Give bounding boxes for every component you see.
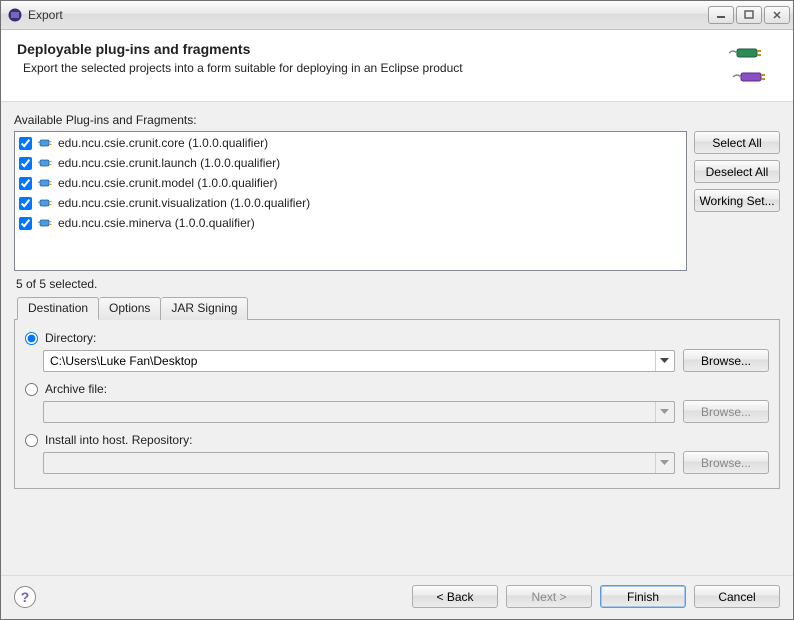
plugin-icon [38, 215, 54, 231]
plugin-name-label: edu.ncu.csie.crunit.core (1.0.0.qualifie… [58, 136, 268, 150]
plugin-name-label: edu.ncu.csie.crunit.visualization (1.0.0… [58, 196, 310, 210]
plugin-checkbox[interactable] [19, 177, 32, 190]
directory-value: C:\Users\Luke Fan\Desktop [50, 354, 655, 368]
plugin-name-label: edu.ncu.csie.crunit.launch (1.0.0.qualif… [58, 156, 280, 170]
export-wizard-window: Export Deployable plug-ins and fragments… [0, 0, 794, 620]
tab-options[interactable]: Options [99, 297, 161, 320]
plugin-name-label: edu.ncu.csie.crunit.model (1.0.0.qualifi… [58, 176, 277, 190]
select-all-button[interactable]: Select All [694, 131, 780, 154]
list-item[interactable]: edu.ncu.csie.crunit.visualization (1.0.0… [16, 193, 685, 213]
plugin-icon [38, 135, 54, 151]
install-combo [43, 452, 675, 474]
list-item[interactable]: edu.ncu.csie.crunit.model (1.0.0.qualifi… [16, 173, 685, 193]
directory-radio[interactable] [25, 332, 38, 345]
install-browse-button: Browse... [683, 451, 769, 474]
list-item[interactable]: edu.ncu.csie.crunit.launch (1.0.0.qualif… [16, 153, 685, 173]
tab-strip: Destination Options JAR Signing [14, 296, 780, 320]
deselect-all-button[interactable]: Deselect All [694, 160, 780, 183]
next-button: Next > [506, 585, 592, 608]
archive-browse-button: Browse... [683, 400, 769, 423]
wizard-header: Deployable plug-ins and fragments Export… [1, 30, 793, 102]
maximize-button[interactable] [736, 6, 762, 24]
install-radio[interactable] [25, 434, 38, 447]
plugins-listbox[interactable]: edu.ncu.csie.crunit.core (1.0.0.qualifie… [14, 131, 687, 271]
directory-combo[interactable]: C:\Users\Luke Fan\Desktop [43, 350, 675, 372]
chevron-down-icon [655, 453, 672, 473]
plugin-icon [38, 155, 54, 171]
finish-button[interactable]: Finish [600, 585, 686, 608]
available-label: Available Plug-ins and Fragments: [14, 113, 780, 127]
close-button[interactable] [764, 6, 790, 24]
selected-count-label: 5 of 5 selected. [16, 277, 778, 291]
back-button[interactable]: < Back [412, 585, 498, 608]
cancel-button[interactable]: Cancel [694, 585, 780, 608]
plugin-banner-icon [717, 41, 777, 89]
archive-label: Archive file: [45, 382, 107, 396]
button-bar: ? < Back Next > Finish Cancel [1, 575, 793, 619]
window-controls [708, 6, 790, 24]
list-item[interactable]: edu.ncu.csie.minerva (1.0.0.qualifier) [16, 213, 685, 233]
plugin-icon [38, 175, 54, 191]
tab-jar-signing[interactable]: JAR Signing [161, 297, 248, 320]
titlebar: Export [1, 1, 793, 30]
install-label: Install into host. Repository: [45, 433, 192, 447]
plugin-checkbox[interactable] [19, 137, 32, 150]
tab-body-destination: Directory: C:\Users\Luke Fan\Desktop Bro… [14, 320, 780, 489]
plugin-checkbox[interactable] [19, 157, 32, 170]
archive-radio[interactable] [25, 383, 38, 396]
wizard-title: Deployable plug-ins and fragments [17, 41, 717, 57]
list-item[interactable]: edu.ncu.csie.crunit.core (1.0.0.qualifie… [16, 133, 685, 153]
help-icon[interactable]: ? [14, 586, 36, 608]
tab-folder: Destination Options JAR Signing Director… [14, 296, 780, 569]
plugin-checkbox[interactable] [19, 217, 32, 230]
plugin-checkbox[interactable] [19, 197, 32, 210]
wizard-content: Available Plug-ins and Fragments: edu.nc… [1, 102, 793, 575]
window-title: Export [28, 8, 708, 22]
archive-combo [43, 401, 675, 423]
working-set-button[interactable]: Working Set... [694, 189, 780, 212]
directory-label: Directory: [45, 331, 96, 345]
directory-browse-button[interactable]: Browse... [683, 349, 769, 372]
eclipse-app-icon [7, 7, 23, 23]
wizard-description: Export the selected projects into a form… [17, 61, 717, 75]
plugin-icon [38, 195, 54, 211]
chevron-down-icon[interactable] [655, 351, 672, 371]
minimize-button[interactable] [708, 6, 734, 24]
plugin-name-label: edu.ncu.csie.minerva (1.0.0.qualifier) [58, 216, 255, 230]
chevron-down-icon [655, 402, 672, 422]
tab-destination[interactable]: Destination [17, 297, 99, 320]
